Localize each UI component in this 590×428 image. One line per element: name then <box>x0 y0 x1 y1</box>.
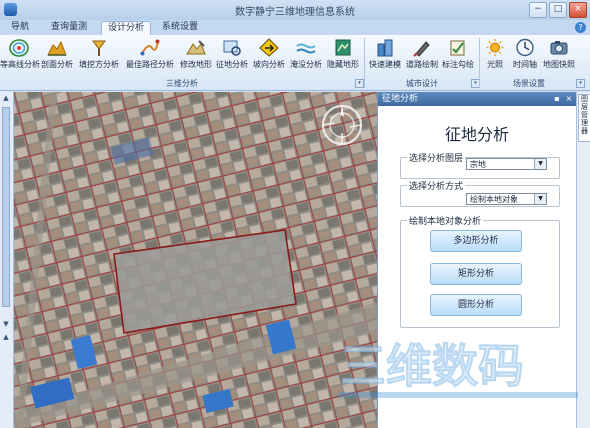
polygon-analysis-button[interactable]: 多边形分析 <box>430 230 522 252</box>
profile-analysis-button[interactable]: 剖面分析 <box>40 37 74 75</box>
draw-section-label: 绘制本地对象分析 <box>407 214 484 227</box>
window-title: 数字静宁三维地理信息系统 <box>235 7 355 18</box>
annotation-icon <box>450 40 465 56</box>
camera-icon <box>550 41 568 55</box>
tab-system-settings[interactable]: 系统设置 <box>157 21 203 35</box>
path-icon <box>140 39 160 56</box>
warning-sign-icon <box>259 38 279 57</box>
rectangle-analysis-button[interactable]: 矩形分析 <box>430 263 522 285</box>
ribbon: 等高线分析 剖面分析 填挖方分析 最佳路径分析 修改地形 征地分析 坡向分析 淹… <box>0 35 590 91</box>
layer-manager-tab[interactable]: 图层管理器 <box>578 94 590 142</box>
panel-header: 征地分析 ▪ × <box>378 92 576 106</box>
chevron-down-icon[interactable]: ▼ <box>534 159 546 169</box>
method-select-value: 绘制本地对象 <box>470 195 518 204</box>
panel-close-button[interactable]: × <box>564 94 574 104</box>
group-label-3d-analysis: 三维分析 <box>166 79 198 88</box>
layer-select[interactable]: 宗地 ▼ <box>466 158 547 170</box>
compass-icon[interactable] <box>320 103 364 147</box>
sun-icon <box>486 39 504 56</box>
hide-terrain-icon <box>335 39 351 56</box>
group-label-city-design: 城市设计 <box>406 79 438 88</box>
slope-aspect-analysis-button[interactable]: 坡向分析 <box>252 37 286 75</box>
window-controls: − □ × <box>529 2 587 18</box>
chevron-down-icon[interactable]: ▼ <box>534 194 546 204</box>
land-acquisition-analysis-button[interactable]: 征地分析 <box>215 37 249 75</box>
annotation-draw-button[interactable]: 标注勾绘 <box>441 37 475 75</box>
circle-analysis-button[interactable]: 圆形分析 <box>430 294 522 316</box>
close-button[interactable]: × <box>569 2 587 18</box>
shovel-icon <box>92 40 106 56</box>
group-expand-icon[interactable]: ▾ <box>576 79 585 88</box>
tab-navigation[interactable]: 导航 <box>6 21 34 35</box>
timeline-button[interactable]: 时间轴 <box>510 37 540 75</box>
tab-query-measure[interactable]: 查询量测 <box>48 21 90 35</box>
pin-icon[interactable]: ▪ <box>552 94 562 104</box>
best-path-analysis-button[interactable]: 最佳路径分析 <box>123 37 177 75</box>
scroll-thumb[interactable] <box>2 107 10 307</box>
maximize-button[interactable]: □ <box>549 2 567 18</box>
terrain-edit-icon <box>186 40 206 55</box>
modify-terrain-button[interactable]: 修改地形 <box>179 37 213 75</box>
panel-header-title: 征地分析 <box>382 94 419 104</box>
map-snapshot-button[interactable]: 地图快照 <box>542 37 576 75</box>
panel-title: 征地分析 <box>444 125 509 144</box>
help-icon[interactable]: ? <box>575 22 586 33</box>
layer-select-value: 宗地 <box>470 160 486 169</box>
scroll-up-arrow-icon[interactable]: ▲ <box>2 333 10 341</box>
lighting-button[interactable]: 光照 <box>482 37 508 75</box>
group-expand-icon[interactable]: ▾ <box>355 79 364 88</box>
scroll-down-arrow-icon[interactable]: ▼ <box>2 320 10 328</box>
hide-terrain-button[interactable]: 隐藏地形 <box>326 37 360 75</box>
flood-analysis-button[interactable]: 淹没分析 <box>289 37 323 75</box>
pen-icon <box>413 41 430 57</box>
profile-icon <box>47 40 67 56</box>
layer-section-label: 选择分析图层 <box>407 151 466 164</box>
minimize-button[interactable]: − <box>529 2 547 18</box>
title-bar: 数字静宁三维地理信息系统 − □ × <box>0 0 590 21</box>
group-label-scene-settings: 场景设置 <box>513 79 545 88</box>
land-analysis-icon <box>223 40 241 56</box>
contour-analysis-button[interactable]: 等高线分析 <box>0 37 40 75</box>
tab-bar: 导航 查询量测 设计分析 系统设置 ? <box>0 20 590 36</box>
contour-icon <box>9 39 29 57</box>
right-tab-strip: 图层管理器 <box>576 92 590 428</box>
clock-icon <box>516 38 534 57</box>
method-select[interactable]: 绘制本地对象 ▼ <box>466 193 547 205</box>
water-icon <box>296 43 316 54</box>
building-icon <box>377 39 393 57</box>
method-section-label: 选择分析方式 <box>407 179 466 192</box>
tab-design-analysis[interactable]: 设计分析 <box>101 21 151 36</box>
road-drawing-button[interactable]: 道路绘制 <box>405 37 439 75</box>
scroll-up-arrow-icon[interactable]: ▲ <box>2 94 10 102</box>
quick-modeling-button[interactable]: 快速建模 <box>367 37 403 75</box>
left-scrollbar[interactable]: ▲ ▼ ▲ <box>0 91 14 428</box>
cut-fill-analysis-button[interactable]: 填挖方分析 <box>77 37 121 75</box>
